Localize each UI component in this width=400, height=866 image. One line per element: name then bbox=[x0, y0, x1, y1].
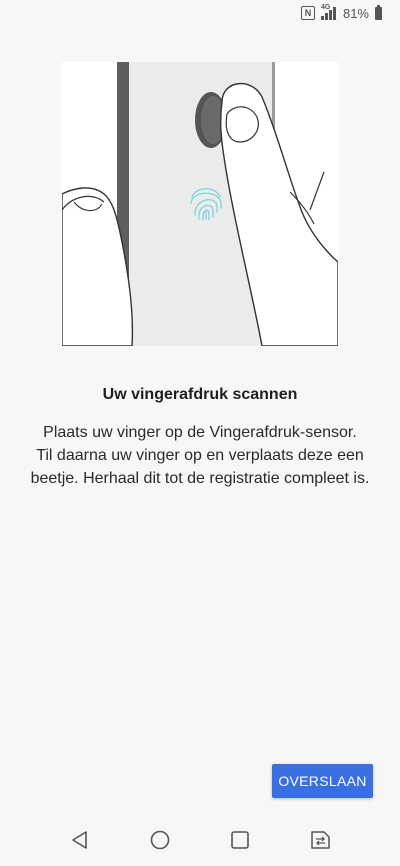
status-bar: N 4G 81% bbox=[0, 0, 400, 26]
recents-icon bbox=[231, 831, 249, 849]
home-button[interactable] bbox=[140, 820, 180, 860]
instruction-text: Plaats uw vinger op de Vingerafdruk-sens… bbox=[14, 421, 386, 490]
signal-icon: 4G bbox=[320, 3, 337, 20]
nfc-icon: N bbox=[300, 6, 315, 20]
battery-icon bbox=[375, 4, 382, 20]
instruction-line: beetje. Herhaal dit tot de registratie c… bbox=[30, 470, 370, 487]
switch-sim-icon bbox=[311, 831, 330, 849]
battery-percent: 81% bbox=[342, 5, 369, 21]
navigation-bar bbox=[0, 814, 400, 866]
network-type-label: 4G bbox=[320, 3, 331, 11]
fingerprint-illustration bbox=[61, 62, 339, 347]
instruction-line: Plaats uw vinger op de Vingerafdruk-sens… bbox=[43, 424, 357, 441]
back-icon bbox=[72, 831, 87, 849]
back-button[interactable] bbox=[60, 820, 100, 860]
switch-sim-button[interactable] bbox=[300, 820, 340, 860]
home-icon bbox=[150, 830, 170, 850]
skip-button[interactable]: OVERSLAAN bbox=[272, 764, 373, 798]
recents-button[interactable] bbox=[220, 820, 260, 860]
instruction-line: Til daarna uw vinger op en verplaats dez… bbox=[36, 447, 364, 464]
page-title: Uw vingerafdruk scannen bbox=[102, 386, 298, 403]
